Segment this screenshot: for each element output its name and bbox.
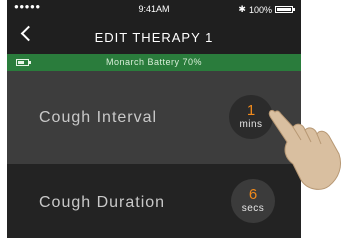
cough-interval-row[interactable]: Cough Interval 1 mins — [7, 71, 301, 164]
phone-screen: ●●●●● 9:41AM ✱ 100% EDIT THERAPY 1 Monar… — [7, 0, 301, 238]
status-battery: ✱ 100% — [238, 4, 295, 15]
cough-duration-row[interactable]: Cough Duration 6 secs — [7, 164, 301, 238]
cough-duration-unit: secs — [241, 203, 265, 214]
battery-percent: 100% — [248, 4, 272, 15]
battery-level-fill — [277, 8, 291, 11]
bluetooth-icon: ✱ — [238, 4, 246, 14]
pointing-hand-icon — [268, 109, 342, 190]
cough-duration-label: Cough Duration — [39, 194, 166, 211]
cough-interval-label: Cough Interval — [39, 109, 158, 126]
device-battery-text: Monarch Battery 70% — [105, 57, 203, 67]
status-bar: ●●●●● 9:41AM ✱ 100% — [7, 0, 301, 18]
nav-bar: EDIT THERAPY 1 — [7, 18, 301, 54]
page-title: EDIT THERAPY 1 — [94, 30, 214, 45]
battery-icon — [275, 6, 295, 13]
device-battery-banner: Monarch Battery 70% — [7, 54, 301, 71]
